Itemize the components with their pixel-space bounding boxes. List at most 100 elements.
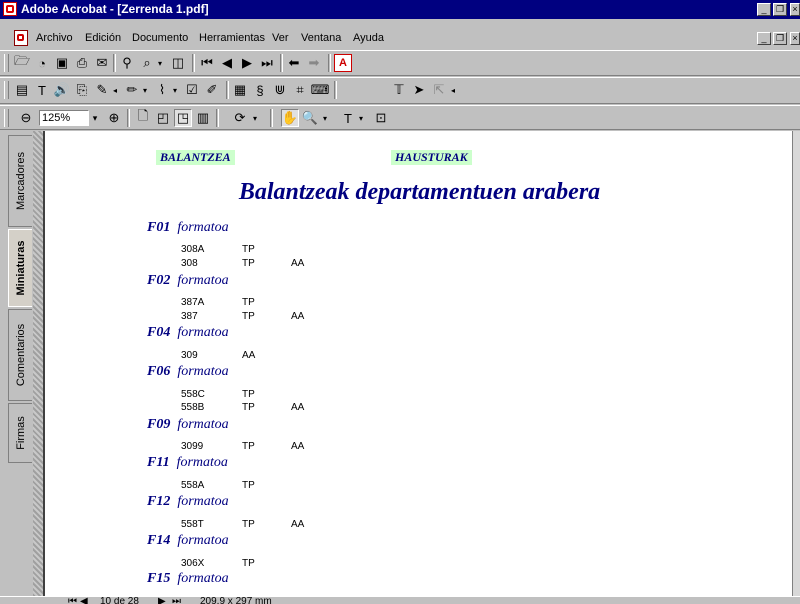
email-icon[interactable]: ✉ (93, 54, 111, 72)
row-type: TP (242, 519, 255, 530)
zoom-out-icon[interactable]: ⊖ (17, 109, 35, 127)
section-word: formatoa (177, 417, 229, 432)
tab-comentarios-label: Comentarios (14, 323, 27, 387)
row-extra: AA (291, 402, 305, 413)
thread-icon[interactable]: § (251, 81, 269, 99)
toolbar-grip[interactable] (4, 54, 9, 72)
menu-herramientas[interactable]: Herramientas (199, 32, 265, 45)
select-object-icon[interactable]: ⇱ (430, 81, 448, 99)
first-page-icon[interactable]: ⏮ (198, 54, 216, 72)
fit-page-icon[interactable]: ◰ (154, 109, 172, 127)
doc-close-icon[interactable]: × (790, 32, 800, 45)
next-view-icon[interactable]: ➡ (305, 54, 323, 72)
zoom-input[interactable]: 125% (39, 110, 89, 126)
save-icon[interactable]: ▣ (53, 54, 71, 72)
section-word: formatoa (177, 273, 229, 288)
touchup-object-icon[interactable]: ⌨ (311, 81, 330, 99)
restore-icon[interactable]: ❐ (773, 3, 787, 16)
menu-documento[interactable]: Documento (132, 32, 188, 45)
text-select-icon[interactable]: T (339, 109, 357, 127)
last-page-icon[interactable]: ⏭ (258, 54, 276, 72)
window-title: Adobe Acrobat - [Zerrenda 1.pdf] (21, 2, 209, 16)
tab-comentarios[interactable]: Comentarios (8, 309, 32, 401)
web-open-icon[interactable]: ◔ (33, 54, 51, 72)
row-code: 308 (181, 258, 198, 269)
select-dropdown-icon[interactable]: ◂ (449, 81, 457, 99)
menu-archivo[interactable]: Archivo (36, 32, 73, 45)
pencil-dropdown-icon[interactable]: ▾ (141, 81, 149, 99)
section-code: F01 (147, 220, 171, 235)
zoom-in-icon[interactable]: ⊕ (105, 109, 123, 127)
tab-miniaturas[interactable]: Miniaturas (8, 229, 32, 307)
show-navigation-pane-icon[interactable]: ◫ (169, 54, 187, 72)
menu-ver[interactable]: Ver (272, 32, 289, 45)
toolbar-separator (270, 109, 273, 127)
document-heading: Balantzeak departamentuen arabera (238, 179, 601, 205)
notes-icon[interactable]: ▤ (13, 81, 31, 99)
row-type: TP (242, 311, 255, 322)
link-tool-icon[interactable]: ✐ (203, 81, 221, 99)
stamp-dropdown-icon[interactable]: ◂ (111, 81, 119, 99)
rotate-view-icon[interactable]: ⟳ (231, 109, 249, 127)
tab-marcadores[interactable]: Marcadores (8, 135, 32, 227)
next-page-icon[interactable]: ▶ (238, 54, 256, 72)
toolbar-separator (226, 81, 229, 99)
row-type: TP (242, 258, 255, 269)
search-icon[interactable]: ⌕ (138, 54, 156, 72)
text-annotation-icon[interactable]: T (33, 81, 51, 99)
menu-ventana[interactable]: Ventana (301, 32, 341, 45)
hand-tool-icon[interactable]: ✋ (281, 109, 299, 127)
toolbar-grip[interactable] (4, 81, 9, 99)
actual-size-icon[interactable]: 🗋 (134, 108, 152, 127)
zoom-tool-dropdown-icon[interactable]: ▾ (321, 109, 329, 127)
navigation-pane-splitter[interactable] (33, 131, 43, 596)
document-view[interactable]: BALANTZEA HAUSTURAK Balantzeak departame… (43, 131, 794, 596)
select-arrow-icon[interactable]: ➤ (410, 81, 428, 99)
form-tool-icon[interactable]: ☑ (183, 81, 201, 99)
zoom-tool-icon[interactable]: 🔍 (301, 109, 319, 127)
text-select-dropdown-icon[interactable]: ▾ (357, 109, 365, 127)
sound-icon[interactable]: 🔊 (53, 81, 71, 99)
movie-icon[interactable]: ▦ (231, 81, 249, 99)
tab-firmas[interactable]: Firmas (8, 403, 32, 463)
section-code: F09 (147, 417, 171, 432)
vertical-scrollbar[interactable] (792, 131, 800, 596)
row-code: 558B (181, 402, 205, 413)
minimize-icon[interactable]: _ (757, 3, 771, 16)
crop-icon[interactable]: ⌗ (291, 81, 309, 99)
section-heading: F01 formatoa (147, 220, 229, 236)
menu-ayuda[interactable]: Ayuda (353, 32, 384, 45)
document-control-icon[interactable] (14, 30, 28, 46)
row-code: 309 (181, 350, 198, 361)
search-dropdown-icon[interactable]: ▾ (155, 54, 165, 72)
doc-restore-icon[interactable]: ❐ (773, 32, 787, 45)
print-icon[interactable]: ⎙ (73, 54, 91, 72)
pencil-icon[interactable]: ✏ (123, 81, 141, 99)
doc-minimize-icon[interactable]: _ (757, 32, 771, 45)
row-type: AA (242, 350, 256, 361)
fit-width-icon[interactable]: ◳ (174, 109, 192, 127)
rotate-dropdown-icon[interactable]: ▾ (251, 109, 259, 127)
attach-file-icon[interactable]: ⎘ (73, 81, 91, 99)
toolbar-separator (280, 54, 283, 72)
tools-toolbar: ▤ T 🔊 ⎘ ✎ ◂ ✏ ▾ ⌇ ▾ ☑ ✐ ▦ § ⋓ ⌗ ⌨ 𝕋 ➤ ⇱ … (0, 77, 800, 104)
toolbar-grip[interactable] (4, 109, 9, 127)
graphics-select-icon[interactable]: ⊡ (372, 109, 390, 127)
zoom-dropdown-icon[interactable]: ▾ (89, 109, 101, 127)
stamp-icon[interactable]: ✎ (93, 81, 111, 99)
find-icon[interactable]: ⚲ (118, 54, 136, 72)
fit-visible-icon[interactable]: ▥ (194, 109, 212, 127)
highlight-icon[interactable]: ⌇ (153, 81, 171, 99)
previous-page-icon[interactable]: ◀ (218, 54, 236, 72)
article-icon[interactable]: ⋓ (271, 81, 289, 99)
previous-view-icon[interactable]: ⬅ (285, 54, 303, 72)
touchup-text-icon[interactable]: 𝕋 (390, 81, 408, 99)
open-icon[interactable]: 🗁 (13, 53, 31, 72)
section-heading: F04 formatoa (147, 325, 229, 341)
adobe-logo-icon[interactable]: A (334, 54, 352, 72)
highlight-dropdown-icon[interactable]: ▾ (171, 81, 179, 99)
section-heading: F09 formatoa (147, 417, 229, 433)
acrobat-app-icon[interactable] (3, 2, 17, 16)
close-icon[interactable]: × (790, 3, 800, 16)
menu-edicion[interactable]: Edición (85, 32, 121, 45)
